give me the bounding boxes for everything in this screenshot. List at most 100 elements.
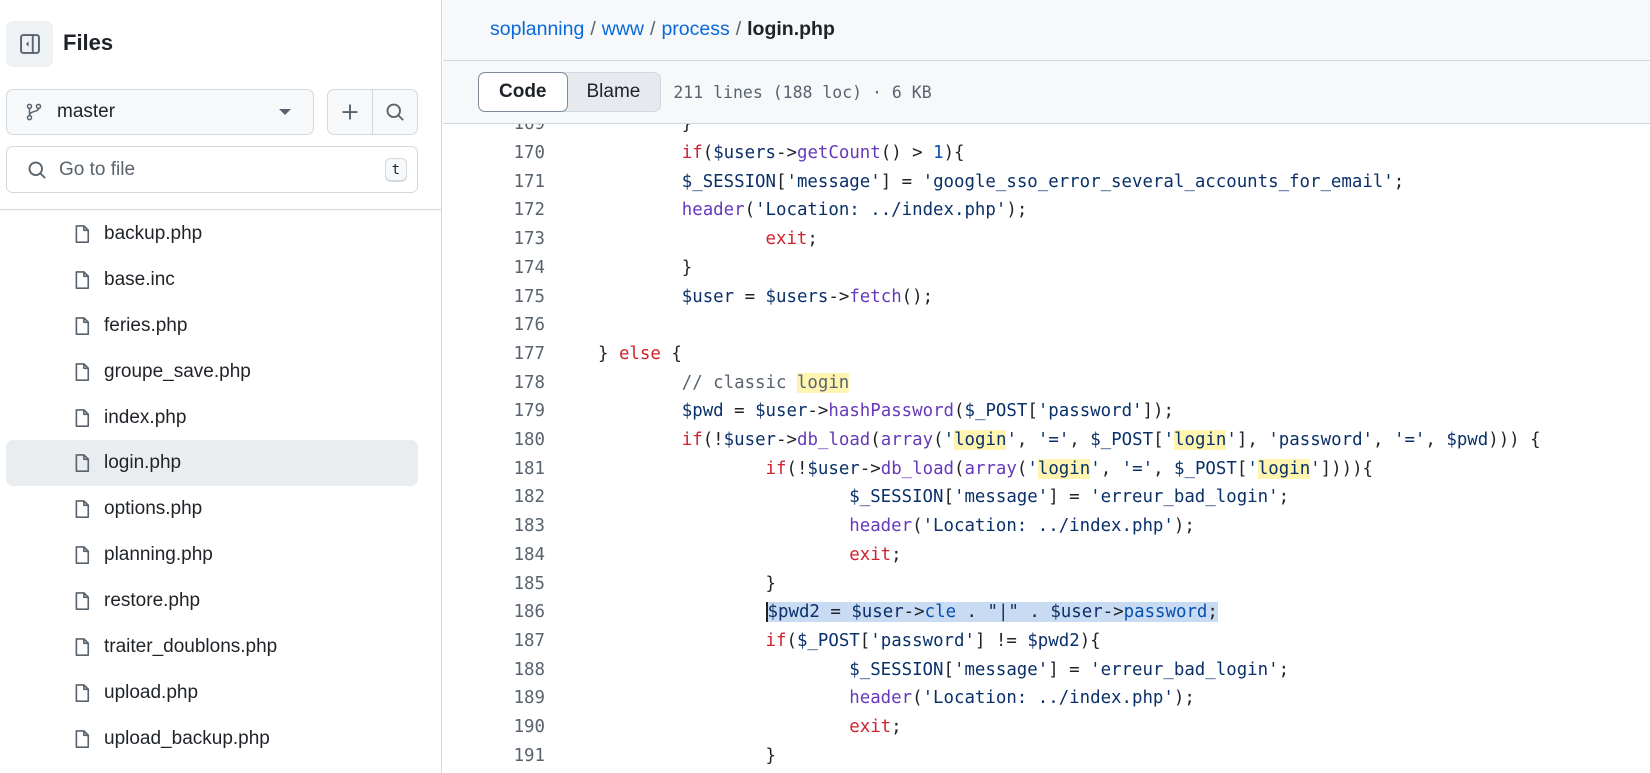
code-token: } <box>766 574 776 594</box>
file-item[interactable]: index.php <box>6 395 418 441</box>
line-number[interactable]: 179 <box>443 401 545 421</box>
code-token: exit <box>766 229 808 249</box>
breadcrumb-link-www[interactable]: www <box>602 18 644 40</box>
code-text: $_SESSION['message'] = 'erreur_bad_login… <box>598 660 1289 680</box>
code-token: 'Location: ../index.php' <box>923 688 1174 708</box>
code-token: 'password' <box>870 631 975 651</box>
line-number[interactable]: 169 <box>443 124 545 134</box>
code-line: 169} <box>443 124 692 139</box>
code-text: $_SESSION['message'] = 'erreur_bad_login… <box>598 487 1289 507</box>
line-number[interactable]: 176 <box>443 315 545 335</box>
code-token: ( <box>954 459 964 479</box>
branch-selector[interactable]: master <box>6 89 314 135</box>
view-mode-toggle: Code Blame <box>478 72 661 112</box>
line-number[interactable]: 182 <box>443 487 545 507</box>
code-token: exit <box>849 717 891 737</box>
sidebar-title: Files <box>63 30 113 56</box>
file-name: backup.php <box>104 223 202 245</box>
line-number[interactable]: 183 <box>443 516 545 536</box>
code-token: 'Location: ../index.php' <box>923 516 1174 536</box>
code-text: } <box>598 746 776 766</box>
code-token: if <box>682 143 703 163</box>
code-line: 181if(!$user->db_load(array('login', '='… <box>443 454 1373 483</box>
line-number[interactable]: 185 <box>443 574 545 594</box>
file-stats: 211 lines (188 loc) · 6 KB <box>673 83 931 102</box>
code-token: 'password' <box>1038 401 1143 421</box>
code-tokens: } <box>682 258 692 278</box>
go-to-file-input[interactable]: Go to file t <box>6 146 418 193</box>
code-token: 'message' <box>954 660 1048 680</box>
line-number[interactable]: 178 <box>443 373 545 393</box>
code-token: $user <box>807 459 859 479</box>
collapse-sidebar-button[interactable] <box>6 21 53 67</box>
code-view[interactable]: 169}170if($users->getCount() > 1){171$_S… <box>443 124 1650 773</box>
file-item[interactable]: upload.php <box>6 670 418 716</box>
file-name: traiter_doublons.php <box>104 636 277 658</box>
line-number[interactable]: 177 <box>443 344 545 364</box>
tab-code[interactable]: Code <box>478 72 568 112</box>
line-number[interactable]: 188 <box>443 660 545 680</box>
file-icon <box>72 498 92 520</box>
file-name: planning.php <box>104 544 213 566</box>
code-token: $ <box>766 602 778 622</box>
tab-blame[interactable]: Blame <box>567 73 661 111</box>
code-tokens: exit; <box>766 229 818 249</box>
search-code-button[interactable] <box>373 90 417 134</box>
breadcrumb-link-repo[interactable]: soplanning <box>490 18 584 40</box>
code-tokens: if(!$user->db_load(array('login', '=', $… <box>766 459 1374 479</box>
file-item[interactable]: options.php <box>6 486 418 532</box>
file-name: login.php <box>104 452 181 474</box>
line-number[interactable]: 187 <box>443 631 545 651</box>
file-list: backup.php base.incferies.phpgroupe_save.… <box>0 211 441 762</box>
code-tokens: if($_POST['password'] != $pwd2){ <box>766 631 1101 651</box>
file-item[interactable]: base.inc <box>6 257 418 303</box>
file-item[interactable]: backup.php <box>6 211 418 257</box>
code-text: } else { <box>598 344 682 364</box>
line-number[interactable]: 180 <box>443 430 545 450</box>
file-item[interactable]: upload_backup.php <box>6 716 418 762</box>
code-token: [ <box>1237 459 1247 479</box>
code-token: $users <box>713 143 776 163</box>
line-number[interactable]: 172 <box>443 200 545 220</box>
file-item[interactable]: groupe_save.php <box>6 349 418 395</box>
file-item[interactable]: login.php <box>6 440 418 486</box>
code-token: login <box>1174 430 1226 450</box>
line-number[interactable]: 171 <box>443 172 545 192</box>
code-tokens: // classic login <box>682 373 850 393</box>
code-token: 'erreur_bad_login' <box>1090 487 1278 507</box>
file-icon <box>72 407 92 429</box>
sidebar-collapse-icon <box>19 33 41 55</box>
code-token: if <box>766 631 787 651</box>
file-item[interactable]: planning.php <box>6 532 418 578</box>
line-number[interactable]: 191 <box>443 746 545 766</box>
code-line: 183header('Location: ../index.php'); <box>443 512 1195 541</box>
file-item[interactable]: restore.php <box>6 578 418 624</box>
line-number[interactable]: 189 <box>443 688 545 708</box>
code-token: ( <box>1017 459 1027 479</box>
code-line: 184exit; <box>443 541 902 570</box>
line-number[interactable]: 184 <box>443 545 545 565</box>
code-line: 174} <box>443 254 692 283</box>
code-token: ( <box>933 430 943 450</box>
code-token: login <box>797 373 849 393</box>
line-number[interactable]: 174 <box>443 258 545 278</box>
line-number[interactable]: 175 <box>443 287 545 307</box>
breadcrumb-link-process[interactable]: process <box>661 18 729 40</box>
code-text: } <box>598 258 692 278</box>
breadcrumb-separator: / <box>590 18 595 40</box>
code-token: ' <box>1247 459 1257 479</box>
add-file-button[interactable] <box>328 90 373 134</box>
file-item[interactable]: feries.php <box>6 303 418 349</box>
file-item[interactable]: traiter_doublons.php <box>6 624 418 670</box>
code-token: header <box>849 516 912 536</box>
line-number[interactable]: 170 <box>443 143 545 163</box>
line-number[interactable]: 186 <box>443 602 545 622</box>
line-number[interactable]: 181 <box>443 459 545 479</box>
code-token: pwd2 <box>778 602 820 622</box>
code-token: ; <box>891 545 901 565</box>
code-line: 179$pwd = $user->hashPassword($_POST['pa… <box>443 397 1174 426</box>
line-number[interactable]: 190 <box>443 717 545 737</box>
code-line: 176 <box>443 311 598 340</box>
line-number[interactable]: 173 <box>443 229 545 249</box>
code-text: if(!$user->db_load(array('login', '=', $… <box>598 459 1373 479</box>
